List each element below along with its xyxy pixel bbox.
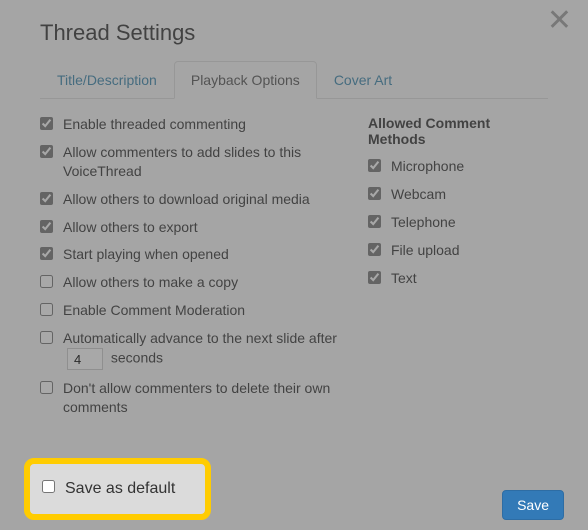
checkbox-comment-moderation[interactable] bbox=[40, 303, 53, 316]
option-save-as-default[interactable]: Save as default bbox=[42, 478, 175, 500]
method-telephone[interactable]: Telephone bbox=[368, 213, 548, 232]
playback-options-list: Enable threaded commenting Allow comment… bbox=[40, 115, 340, 426]
auto-advance-seconds-input[interactable] bbox=[67, 348, 103, 370]
checkbox-save-as-default[interactable] bbox=[42, 480, 55, 493]
auto-advance-prefix: Automatically advance to the next slide … bbox=[63, 330, 337, 346]
method-label: Webcam bbox=[391, 185, 446, 204]
option-auto-advance: Automatically advance to the next slide … bbox=[40, 329, 340, 370]
checkbox-text[interactable] bbox=[368, 271, 381, 284]
method-text[interactable]: Text bbox=[368, 269, 548, 288]
tabs: Title/Description Playback Options Cover… bbox=[40, 60, 548, 99]
option-export[interactable]: Allow others to export bbox=[40, 218, 340, 237]
method-webcam[interactable]: Webcam bbox=[368, 185, 548, 204]
method-label: Telephone bbox=[391, 213, 456, 232]
allowed-comment-methods: Allowed Comment Methods Microphone Webca… bbox=[368, 115, 548, 426]
option-start-playing[interactable]: Start playing when opened bbox=[40, 245, 340, 264]
option-threaded-commenting[interactable]: Enable threaded commenting bbox=[40, 115, 340, 134]
checkbox-auto-advance[interactable] bbox=[40, 331, 53, 344]
option-label: Allow others to download original media bbox=[63, 190, 310, 209]
option-label: Automatically advance to the next slide … bbox=[63, 329, 340, 370]
method-label: Text bbox=[391, 269, 417, 288]
checkbox-export[interactable] bbox=[40, 220, 53, 233]
save-button[interactable]: Save bbox=[502, 490, 564, 520]
method-label: File upload bbox=[391, 241, 460, 260]
option-label: Enable Comment Moderation bbox=[63, 301, 245, 320]
option-label: Enable threaded commenting bbox=[63, 115, 246, 134]
option-label: Allow commenters to add slides to this V… bbox=[63, 143, 340, 181]
checkbox-webcam[interactable] bbox=[368, 187, 381, 200]
checkbox-start-playing[interactable] bbox=[40, 247, 53, 260]
checkbox-download-media[interactable] bbox=[40, 192, 53, 205]
option-no-delete-comments[interactable]: Don't allow commenters to delete their o… bbox=[40, 379, 340, 417]
option-label: Save as default bbox=[65, 478, 175, 500]
option-make-copy[interactable]: Allow others to make a copy bbox=[40, 273, 340, 292]
auto-advance-suffix: seconds bbox=[111, 350, 163, 366]
option-download-media[interactable]: Allow others to download original media bbox=[40, 190, 340, 209]
checkbox-no-delete-comments[interactable] bbox=[40, 381, 53, 394]
checkbox-microphone[interactable] bbox=[368, 159, 381, 172]
tab-playback-options[interactable]: Playback Options bbox=[174, 61, 317, 99]
thread-settings-panel: Thread Settings Title/Description Playba… bbox=[0, 0, 588, 444]
checkbox-make-copy[interactable] bbox=[40, 275, 53, 288]
methods-heading: Allowed Comment Methods bbox=[368, 115, 548, 147]
method-label: Microphone bbox=[391, 157, 464, 176]
option-label: Allow others to export bbox=[63, 218, 198, 237]
option-label: Don't allow commenters to delete their o… bbox=[63, 379, 340, 417]
method-microphone[interactable]: Microphone bbox=[368, 157, 548, 176]
checkbox-telephone[interactable] bbox=[368, 215, 381, 228]
close-icon[interactable]: ✕ bbox=[547, 6, 572, 36]
option-label: Start playing when opened bbox=[63, 245, 229, 264]
checkbox-threaded-commenting[interactable] bbox=[40, 117, 53, 130]
panel-title: Thread Settings bbox=[40, 20, 548, 46]
checkbox-file-upload[interactable] bbox=[368, 243, 381, 256]
option-comment-moderation[interactable]: Enable Comment Moderation bbox=[40, 301, 340, 320]
method-file-upload[interactable]: File upload bbox=[368, 241, 548, 260]
tab-title-description[interactable]: Title/Description bbox=[40, 61, 174, 99]
option-add-slides[interactable]: Allow commenters to add slides to this V… bbox=[40, 143, 340, 181]
option-label: Allow others to make a copy bbox=[63, 273, 238, 292]
tab-cover-art[interactable]: Cover Art bbox=[317, 61, 409, 99]
save-as-default-highlight: Save as default bbox=[24, 458, 211, 520]
checkbox-add-slides[interactable] bbox=[40, 145, 53, 158]
